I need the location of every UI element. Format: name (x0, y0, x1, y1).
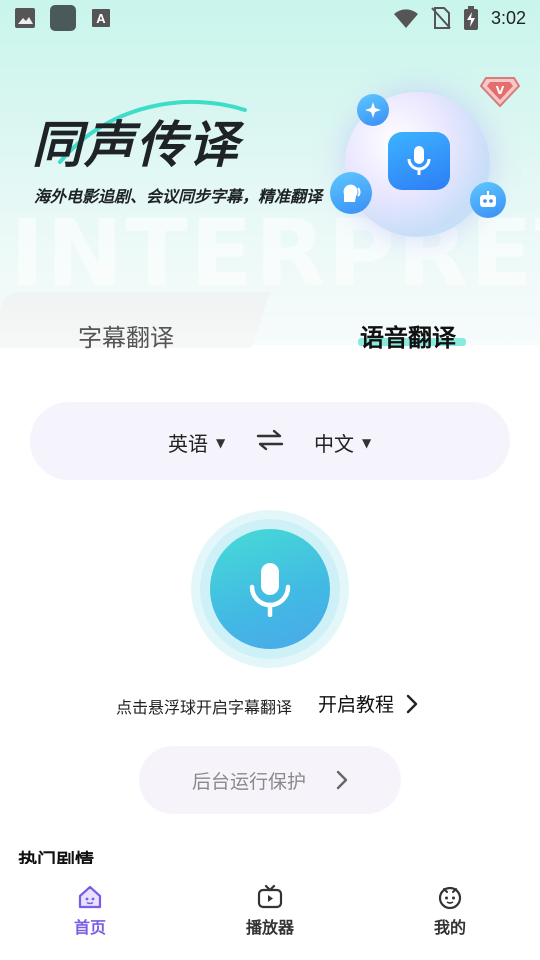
bottom-navigation: 首页 播放器 我的 (0, 866, 540, 960)
nav-profile[interactable]: 我的 (360, 866, 540, 960)
profile-face-icon (438, 886, 462, 910)
image-icon (15, 8, 35, 28)
target-language-select[interactable]: 中文 ▼ (314, 428, 371, 457)
wifi-icon (393, 9, 418, 28)
tab-subtitle-translate[interactable]: 字幕翻译 (78, 318, 174, 353)
microphone-icon (249, 563, 291, 617)
swap-arrows-icon[interactable] (256, 429, 284, 451)
sparkle-bubble (357, 94, 389, 126)
sparkle-icon (365, 102, 381, 118)
robot-bubble (470, 182, 506, 218)
vip-diamond-icon[interactable]: V (480, 70, 520, 108)
speaking-head-bubble (330, 172, 372, 214)
nav-player-label: 播放器 (245, 918, 294, 937)
chevron-right-icon (406, 694, 418, 713)
nav-profile-label: 我的 (433, 918, 466, 937)
hero-title: 同声传译 (32, 115, 240, 174)
background-protect-button[interactable]: 后台运行保护 (139, 746, 401, 814)
mic-button[interactable] (210, 529, 330, 649)
tab-voice-translate[interactable]: 语音翻译 (360, 318, 456, 353)
no-sim-icon (431, 7, 451, 29)
nav-player[interactable]: 播放器 (180, 866, 360, 960)
status-bar: A 3:02 (0, 0, 540, 36)
robot-icon (480, 191, 496, 207)
microphone-icon (407, 146, 431, 175)
caret-down-icon: ▼ (216, 435, 226, 450)
nav-home[interactable]: 首页 (0, 866, 180, 960)
caret-down-icon: ▼ (362, 435, 372, 450)
svg-text:V: V (496, 84, 505, 97)
home-icon (78, 885, 102, 909)
target-language-label: 中文 (314, 432, 354, 456)
hero-subtitle: 海外电影追剧、会议同步字幕，精准翻译 (34, 187, 323, 206)
nav-home-label: 首页 (73, 918, 106, 937)
source-language-select[interactable]: 英语 ▼ (168, 428, 225, 457)
speaking-head-icon (343, 184, 361, 202)
chevron-right-icon (336, 770, 348, 790)
hero-mic-tile (388, 132, 450, 190)
background-protect-label: 后台运行保护 (191, 770, 306, 793)
battery-charging-icon (463, 6, 478, 30)
app-square-icon (50, 5, 76, 31)
font-a-icon: A (92, 9, 110, 27)
hot-dramas-title: 热门剧情 (18, 850, 95, 864)
tutorial-label: 开启教程 (318, 694, 395, 716)
open-tutorial-link[interactable]: 开启教程 (318, 690, 418, 717)
tv-play-icon (257, 884, 283, 909)
status-time: 3:02 (490, 7, 526, 28)
svg-text:A: A (96, 11, 106, 26)
floating-ball-hint: 点击悬浮球开启字幕翻译 (116, 698, 293, 717)
source-language-label: 英语 (168, 432, 208, 456)
